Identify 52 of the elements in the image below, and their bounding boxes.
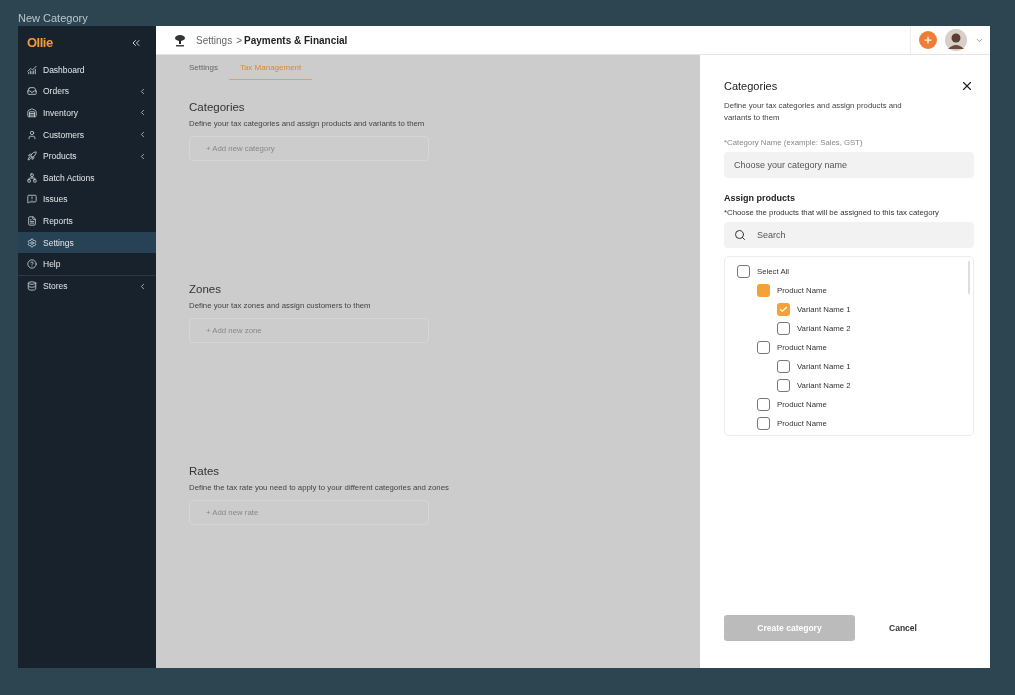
panel-title: Categories — [724, 80, 778, 92]
checkbox[interactable] — [757, 341, 770, 354]
settings-icon — [27, 237, 37, 248]
inbox-icon — [27, 86, 37, 97]
warehouse-icon — [27, 108, 37, 118]
check-icon — [779, 305, 788, 314]
subsection-title: Assign products — [724, 193, 796, 203]
sidebar-item[interactable]: Dashboard — [18, 59, 156, 81]
checkbox[interactable] — [737, 265, 750, 278]
close-icon[interactable] — [960, 79, 974, 93]
sidebar-item[interactable]: Batch Actions — [18, 166, 156, 189]
breadcrumb-separator: > — [236, 34, 242, 46]
tree-logo-icon — [174, 33, 186, 47]
sidebar-item[interactable]: Settings — [18, 231, 156, 254]
document-icon — [27, 215, 37, 226]
search-icon — [734, 229, 746, 241]
section-title: Categories — [189, 101, 246, 113]
checkbox[interactable] — [777, 379, 790, 392]
checkbox[interactable] — [757, 398, 770, 411]
checkbox[interactable] — [777, 322, 790, 335]
add-button[interactable] — [919, 31, 937, 49]
section-title: Rates — [189, 465, 221, 477]
checkbox[interactable] — [777, 360, 790, 373]
category-name-field[interactable]: Choose your category name — [724, 152, 974, 178]
avatar[interactable] — [945, 29, 967, 51]
breadcrumb-link[interactable]: Settings — [196, 34, 233, 46]
cancel-button[interactable]: Cancel — [855, 615, 951, 641]
sidebar-item[interactable]: Help — [18, 253, 156, 275]
checkbox[interactable] — [757, 284, 770, 297]
window-title: New Category — [18, 11, 89, 26]
database-icon — [27, 281, 37, 292]
logo: Ollie — [27, 35, 53, 50]
rocket-icon — [27, 151, 37, 162]
search-field[interactable]: Search — [724, 222, 974, 248]
breadcrumb-current: Payments & Financial — [244, 34, 348, 46]
sidebar-item[interactable]: Orders — [18, 80, 156, 103]
user-icon — [27, 129, 37, 140]
sidebar-item[interactable]: Customers — [18, 123, 156, 146]
chart-icon — [27, 64, 37, 75]
tab[interactable]: Settings — [189, 55, 229, 80]
message-alert-icon — [27, 194, 37, 205]
sidebar-item[interactable]: Issues — [18, 188, 156, 211]
checkbox[interactable] — [777, 303, 790, 316]
network-icon — [27, 172, 37, 183]
scrollbar[interactable] — [968, 261, 970, 294]
checkbox[interactable] — [757, 417, 770, 430]
sidebar-item[interactable]: Reports — [18, 210, 156, 232]
sidebar-item[interactable]: Inventory — [18, 102, 156, 124]
help-icon — [27, 259, 37, 270]
sidebar-item[interactable]: Products — [18, 145, 156, 167]
section-title: Zones — [189, 283, 222, 295]
plus-icon — [923, 35, 933, 45]
